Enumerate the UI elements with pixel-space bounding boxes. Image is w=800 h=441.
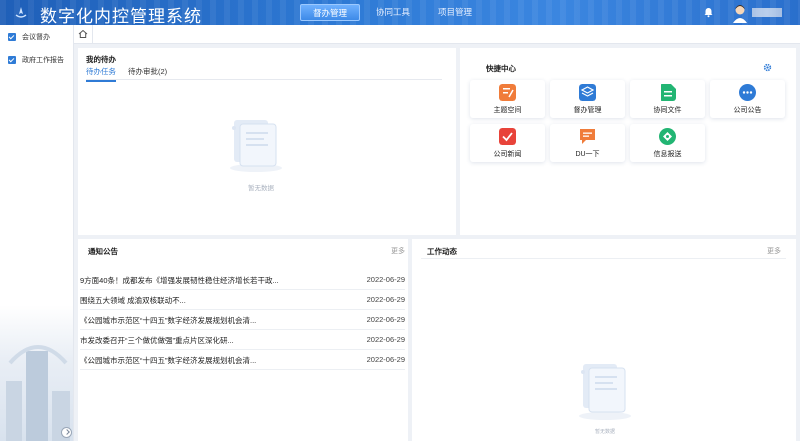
app-logo-icon [15, 7, 27, 18]
quick-item-du-search[interactable]: DU一下 [550, 124, 625, 162]
home-tab[interactable] [74, 25, 93, 44]
quick-center-title: 快捷中心 [486, 64, 516, 73]
table-row[interactable]: 围绕五大领域 成渝双核联动不... 2022-06-29 [80, 290, 405, 310]
sidebar-building-illustration [0, 305, 73, 441]
work-panel-title: 工作动态 [427, 247, 457, 256]
notice-title: 《公园城市示范区“十四五”数字经济发展规划机会清... [80, 356, 257, 365]
quick-item-label: 公司公告 [733, 107, 762, 114]
edit-icon [499, 84, 516, 101]
sidebar-collapse-button[interactable] [61, 427, 72, 438]
avatar[interactable] [731, 3, 749, 23]
notice-title: 《公园城市示范区“十四五”数字经济发展规划机会清... [80, 316, 257, 325]
gear-icon[interactable] [763, 63, 772, 72]
top-nav: 督办管理 协同工具 项目管理 [300, 4, 488, 21]
table-row[interactable]: 《公园城市示范区“十四五”数字经济发展规划机会清... 2022-06-29 [80, 310, 405, 330]
chat-icon [739, 84, 756, 101]
work-empty-text: 暂无数据 [595, 429, 616, 435]
building-arch-icon [8, 345, 68, 365]
checklist-icon [8, 56, 16, 64]
quick-item-company-news[interactable]: 公司新闻 [470, 124, 545, 162]
sidebar-item-label: 政府工作报告 [22, 57, 64, 64]
message-icon [580, 129, 595, 144]
quick-item-label: 主题空间 [493, 107, 522, 114]
checklist-icon [8, 33, 16, 41]
quick-item-info-report[interactable]: 信息报送 [630, 124, 705, 162]
table-row[interactable]: 9方面40条！成都发布《增强发展韧性稳住经济增长若干政... 2022-06-2… [80, 270, 405, 290]
todo-empty-text: 暂无数据 [248, 185, 274, 192]
chevron-right-icon [64, 429, 70, 435]
bell-icon[interactable] [703, 7, 714, 18]
notice-date: 2022-06-29 [366, 295, 405, 304]
work-divider [421, 258, 786, 259]
diamond-icon [659, 128, 676, 145]
quick-item-collab-files[interactable]: 协同文件 [630, 80, 705, 118]
sidebar: 会议督办 政府工作报告 [0, 25, 74, 441]
quick-item-label: 协同文件 [653, 107, 682, 114]
notice-date: 2022-06-29 [366, 315, 405, 324]
empty-document-icon [579, 364, 631, 420]
nav-item-collab-tools[interactable]: 协同工具 [364, 4, 422, 21]
nav-item-supervision[interactable]: 督办管理 [300, 4, 361, 21]
notice-title: 围绕五大领域 成渝双核联动不... [80, 296, 186, 305]
sidebar-item-label: 会议督办 [22, 34, 50, 41]
notice-date: 2022-06-29 [366, 335, 405, 344]
table-row[interactable]: 市发改委召开“三个做优做强”重点片区深化研... 2022-06-29 [80, 330, 405, 350]
notice-title: 9方面40条！成都发布《增强发展韧性稳住经济增长若干政... [80, 276, 279, 285]
file-icon [661, 84, 676, 101]
nav-item-project-management[interactable]: 项目管理 [426, 4, 484, 21]
sidebar-item-government-report[interactable]: 政府工作报告 [0, 49, 73, 71]
tabs-divider [86, 79, 442, 80]
notice-panel-title: 通知公告 [88, 247, 118, 256]
todo-panel-title: 我的待办 [86, 55, 116, 64]
notice-more-link[interactable]: 更多 [391, 246, 405, 256]
check-icon [499, 128, 516, 145]
sidebar-item-meeting-supervision[interactable]: 会议督办 [0, 26, 73, 48]
quick-item-label: 督办管理 [573, 107, 602, 114]
empty-document-icon [230, 120, 282, 172]
tab-bar [74, 25, 800, 44]
home-icon [78, 29, 88, 38]
notice-date: 2022-06-29 [366, 275, 405, 284]
notice-title: 市发改委召开“三个做优做强”重点片区深化研... [80, 336, 234, 345]
top-header: 数字化内控管理系统 督办管理 协同工具 项目管理 [0, 0, 800, 25]
notice-date: 2022-06-29 [366, 355, 405, 364]
quick-item-label: DU一下 [575, 151, 600, 158]
layers-icon [579, 84, 596, 101]
quick-item-supervision[interactable]: 督办管理 [550, 80, 625, 118]
table-row[interactable]: 《公园城市示范区“十四五”数字经济发展规划机会清... 2022-06-29 [80, 350, 405, 370]
work-more-link[interactable]: 更多 [767, 246, 781, 256]
app-title: 数字化内控管理系统 [40, 7, 202, 25]
quick-item-label: 信息报送 [653, 151, 682, 158]
username-blurred[interactable] [752, 8, 782, 17]
quick-item-label: 公司新闻 [493, 151, 522, 158]
quick-item-company-notice[interactable]: 公司公告 [710, 80, 785, 118]
quick-item-theme-space[interactable]: 主题空间 [470, 80, 545, 118]
